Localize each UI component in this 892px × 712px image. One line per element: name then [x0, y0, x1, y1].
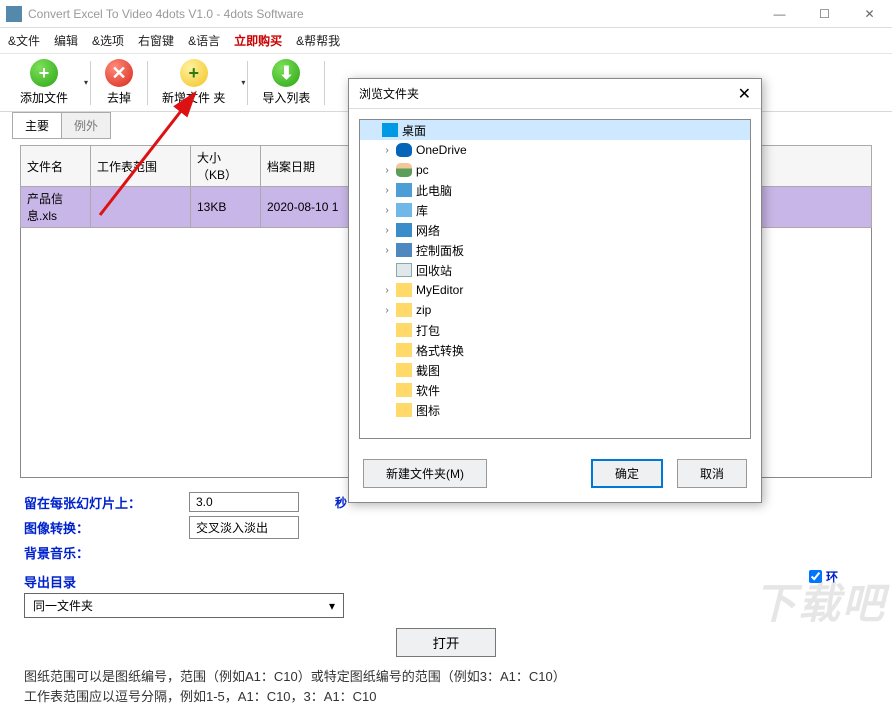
menu-language[interactable]: &语言: [188, 32, 220, 49]
tree-item-folder[interactable]: 格式转换: [360, 340, 750, 360]
desktop-icon: [382, 123, 398, 137]
dialog-buttons: 新建文件夹(M) 确定 取消: [349, 449, 761, 502]
col-size[interactable]: 大小（KB）: [191, 146, 261, 187]
minimize-button[interactable]: —: [757, 0, 802, 28]
ok-button[interactable]: 确定: [591, 459, 663, 488]
export-dir-value: 同一文件夹: [33, 597, 93, 614]
import-label: 导入列表: [262, 89, 310, 106]
menu-buynow[interactable]: 立即购买: [234, 32, 282, 49]
recyclebin-icon: [396, 263, 412, 277]
chevron-down-icon: ▾: [329, 599, 335, 613]
controlpanel-icon: [396, 243, 412, 257]
options-pane: 留在每张幻灯片上： 3.0 秒 图像转换： 交叉淡入淡出 背景音乐： 导出目录 …: [0, 484, 892, 661]
folder-icon: [396, 283, 412, 297]
stay-input[interactable]: 3.0: [189, 492, 299, 512]
seconds-label: 秒: [335, 494, 347, 511]
app-icon: [6, 6, 22, 22]
computer-icon: [396, 183, 412, 197]
folder-icon: [396, 323, 412, 337]
import-list-button[interactable]: ⬇ 导入列表: [250, 57, 322, 108]
export-dir-select[interactable]: 同一文件夹 ▾: [24, 593, 344, 618]
tab-main[interactable]: 主要: [12, 112, 62, 139]
separator: [247, 61, 248, 105]
separator: [324, 61, 325, 105]
cloud-icon: [396, 143, 412, 157]
addfolder-label: 新增文件 夹: [162, 89, 225, 106]
cell-size: 13KB: [191, 187, 261, 228]
separator: [147, 61, 148, 105]
hint-text: 图纸范围可以是图纸编号，范围（例如A1：C10）或特定图纸编号的范围（例如3：A…: [0, 661, 892, 712]
maximize-button[interactable]: ☐: [802, 0, 847, 28]
cancel-button[interactable]: 取消: [677, 459, 747, 488]
menubar: &文件 编辑 &选项 右窗键 &语言 立即购买 &帮帮我: [0, 28, 892, 54]
tree-item-thispc[interactable]: ›此电脑: [360, 180, 750, 200]
transition-label: 图像转换：: [24, 518, 189, 537]
tree-item-recyclebin[interactable]: 回收站: [360, 260, 750, 280]
folder-icon: [396, 363, 412, 377]
dialog-close-button[interactable]: ✕: [738, 84, 751, 104]
cell-filename: 产品信息.xls: [21, 187, 91, 228]
tree-item-folder[interactable]: ›MyEditor: [360, 280, 750, 300]
tree-item-onedrive[interactable]: ›OneDrive: [360, 140, 750, 160]
dialog-titlebar: 浏览文件夹 ✕: [349, 79, 761, 109]
menu-options[interactable]: &选项: [92, 32, 124, 49]
tree-item-folder[interactable]: 打包: [360, 320, 750, 340]
tree-item-folder[interactable]: 图标: [360, 400, 750, 420]
col-range[interactable]: 工作表范围: [91, 146, 191, 187]
col-filename[interactable]: 文件名: [21, 146, 91, 187]
chevron-down-icon[interactable]: ▾: [241, 78, 245, 87]
tree-item-desktop[interactable]: 桌面: [360, 120, 750, 140]
cell-range: [91, 187, 191, 228]
tree-item-user[interactable]: ›pc: [360, 160, 750, 180]
tree-item-network[interactable]: ›网络: [360, 220, 750, 240]
tab-except[interactable]: 例外: [61, 112, 111, 139]
menu-rightclick[interactable]: 右窗键: [138, 32, 174, 49]
remove-button[interactable]: ✕ 去掉: [93, 57, 145, 108]
add-file-button[interactable]: + 添加文件: [8, 57, 80, 108]
folder-icon: [396, 383, 412, 397]
tree-item-folder[interactable]: 截图: [360, 360, 750, 380]
transition-select[interactable]: 交叉淡入淡出: [189, 516, 299, 539]
add-label: 添加文件: [20, 89, 68, 106]
menu-help[interactable]: &帮帮我: [296, 32, 340, 49]
dialog-title: 浏览文件夹: [359, 85, 419, 102]
window-controls: — ☐ ✕: [757, 0, 892, 28]
loop-label: 环: [826, 568, 838, 585]
tree-item-libraries[interactable]: ›库: [360, 200, 750, 220]
browse-folder-dialog: 浏览文件夹 ✕ 桌面 ›OneDrive ›pc ›此电脑 ›库 ›网络 ›控制…: [348, 78, 762, 503]
window-title: Convert Excel To Video 4dots V1.0 - 4dot…: [28, 7, 304, 21]
network-icon: [396, 223, 412, 237]
menu-file[interactable]: &文件: [8, 32, 40, 49]
menu-edit[interactable]: 编辑: [54, 32, 78, 49]
bgm-label: 背景音乐：: [24, 543, 189, 562]
folder-icon: [396, 343, 412, 357]
chevron-down-icon[interactable]: ▾: [84, 78, 88, 87]
library-icon: [396, 203, 412, 217]
cell-date: 2020-08-10 1: [261, 187, 351, 228]
tree-item-folder[interactable]: 软件: [360, 380, 750, 400]
col-date[interactable]: 档案日期: [261, 146, 351, 187]
tree-item-controlpanel[interactable]: ›控制面板: [360, 240, 750, 260]
loop-checkbox[interactable]: [809, 570, 822, 583]
close-button[interactable]: ✕: [847, 0, 892, 28]
add-folder-button[interactable]: + 新增文件 夹: [150, 57, 237, 108]
titlebar: Convert Excel To Video 4dots V1.0 - 4dot…: [0, 0, 892, 28]
folder-icon: [396, 303, 412, 317]
folder-tree[interactable]: 桌面 ›OneDrive ›pc ›此电脑 ›库 ›网络 ›控制面板 回收站 ›…: [359, 119, 751, 439]
hint-line-1: 图纸范围可以是图纸编号，范围（例如A1：C10）或特定图纸编号的范围（例如3：A…: [24, 667, 868, 687]
tree-item-folder[interactable]: ›zip: [360, 300, 750, 320]
user-icon: [396, 163, 412, 177]
new-folder-button[interactable]: 新建文件夹(M): [363, 459, 487, 488]
folder-plus-icon: +: [180, 59, 208, 87]
plus-icon: +: [30, 59, 58, 87]
remove-label: 去掉: [107, 89, 131, 106]
x-icon: ✕: [105, 59, 133, 87]
import-icon: ⬇: [272, 59, 300, 87]
separator: [90, 61, 91, 105]
folder-icon: [396, 403, 412, 417]
export-legend: 导出目录: [24, 572, 344, 591]
stay-label: 留在每张幻灯片上：: [24, 493, 189, 512]
hint-line-2: 工作表范围应以逗号分隔，例如1-5，A1：C10，3：A1：C10: [24, 687, 868, 707]
open-button[interactable]: 打开: [396, 628, 497, 657]
